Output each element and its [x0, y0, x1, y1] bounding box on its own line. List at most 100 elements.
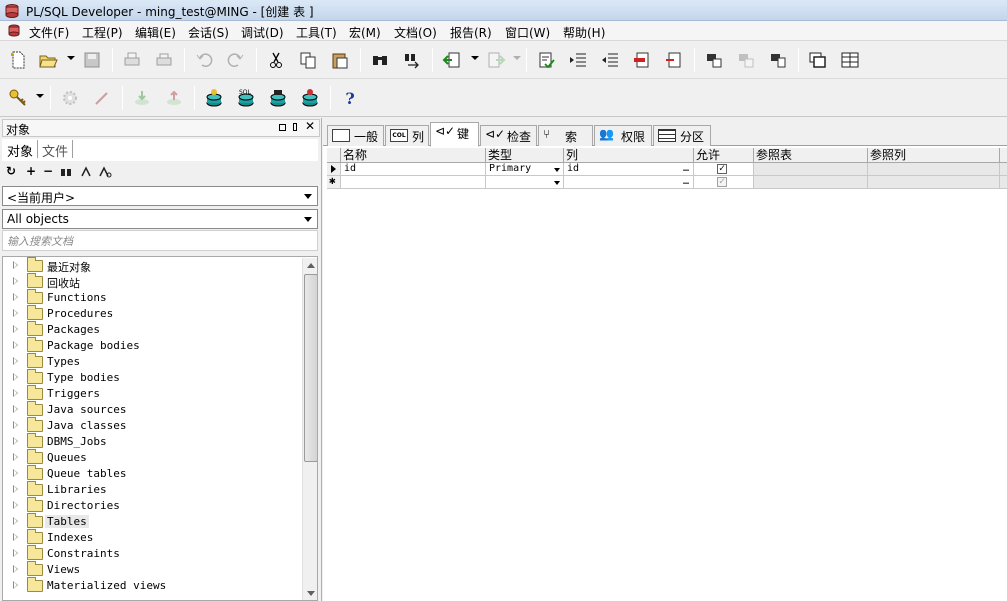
- menu-project[interactable]: 工程(P): [82, 24, 123, 41]
- user-filter-combo[interactable]: <当前用户>: [2, 186, 318, 206]
- ellipsis-button[interactable]: …: [683, 176, 689, 188]
- expand-arrow-icon[interactable]: [13, 405, 18, 413]
- expand-arrow-icon[interactable]: [13, 549, 18, 557]
- expand-arrow-icon[interactable]: [13, 277, 18, 285]
- unindent-button[interactable]: [600, 50, 620, 70]
- key-type-cell[interactable]: Primary: [486, 163, 564, 176]
- object-type-combo[interactable]: All objects: [2, 209, 318, 229]
- column-header-ref-columns[interactable]: 参照列: [868, 148, 1000, 163]
- tree-item[interactable]: Materialized views: [3, 577, 303, 594]
- tab-keys[interactable]: ⊲✓ 键: [430, 122, 479, 147]
- expand-arrow-icon[interactable]: [13, 437, 18, 445]
- compile-button[interactable]: [536, 50, 556, 70]
- explain-button[interactable]: [768, 50, 788, 70]
- find-button[interactable]: [370, 50, 390, 70]
- expand-arrow-icon[interactable]: [13, 261, 18, 269]
- logon-button[interactable]: [8, 88, 28, 108]
- pin-icon[interactable]: [293, 123, 297, 131]
- window-list-button[interactable]: [808, 50, 828, 70]
- column-header-name[interactable]: 名称: [341, 148, 486, 163]
- expand-arrow-icon[interactable]: [13, 325, 18, 333]
- print-setup-button[interactable]: [154, 50, 174, 70]
- ellipsis-button[interactable]: …: [683, 163, 689, 175]
- tree-item[interactable]: Indexes: [3, 529, 303, 546]
- key-name-cell[interactable]: id: [341, 163, 486, 176]
- commit-button[interactable]: [132, 88, 152, 108]
- tab-general[interactable]: 一般: [327, 125, 384, 146]
- save-as-dropdown-arrow[interactable]: [513, 56, 521, 60]
- tree-item[interactable]: Java classes: [3, 417, 303, 434]
- print-button[interactable]: [122, 50, 142, 70]
- open-dropdown-arrow[interactable]: [67, 56, 75, 60]
- search-input[interactable]: 输入搜索文档: [2, 230, 318, 251]
- tree-item[interactable]: Procedures: [3, 305, 303, 322]
- close-icon[interactable]: ✕: [305, 119, 315, 133]
- add-icon[interactable]: +: [26, 164, 36, 178]
- tab-indexes[interactable]: ⑂ 索引: [538, 125, 593, 161]
- tree-item[interactable]: Constraints: [3, 545, 303, 562]
- column-header-more[interactable]: [1000, 148, 1007, 163]
- tree-item[interactable]: Tables: [3, 513, 303, 530]
- expand-arrow-icon[interactable]: [13, 341, 18, 349]
- expand-arrow-icon[interactable]: [13, 357, 18, 365]
- indent-button[interactable]: [568, 50, 588, 70]
- filter-icon[interactable]: [80, 166, 92, 178]
- menu-file[interactable]: 文件(F): [29, 24, 69, 41]
- row-indicator[interactable]: ✱: [327, 175, 341, 189]
- tree-item[interactable]: Queue tables: [3, 465, 303, 482]
- restore-icon[interactable]: [279, 124, 286, 131]
- break-button[interactable]: [736, 50, 756, 70]
- expand-arrow-icon[interactable]: [13, 533, 18, 541]
- tree-item[interactable]: Libraries: [3, 481, 303, 498]
- expand-arrow-icon[interactable]: [13, 469, 18, 477]
- tree-item[interactable]: Directories: [3, 497, 303, 514]
- tab-partitions[interactable]: 分区: [653, 125, 711, 146]
- menu-window[interactable]: 窗口(W): [505, 24, 550, 41]
- tree-item[interactable]: Functions: [3, 289, 303, 306]
- menu-macro[interactable]: 宏(M): [349, 24, 381, 41]
- chevron-down-icon[interactable]: [554, 181, 560, 185]
- rollback-button[interactable]: [164, 88, 184, 108]
- expand-arrow-icon[interactable]: [13, 421, 18, 429]
- tree-item[interactable]: Java sources: [3, 401, 303, 418]
- scroll-down-icon[interactable]: [307, 591, 315, 596]
- expand-arrow-icon[interactable]: [13, 517, 18, 525]
- scrollbar-thumb[interactable]: [304, 274, 317, 462]
- refresh-icon[interactable]: ↻: [6, 164, 16, 178]
- tab-checks[interactable]: ⊲✓ 检查: [480, 125, 537, 146]
- enabled-checkbox[interactable]: ✓: [717, 164, 727, 174]
- tree-item[interactable]: DBMS_Jobs: [3, 433, 303, 450]
- remove-icon[interactable]: −: [43, 164, 53, 178]
- expand-arrow-icon[interactable]: [13, 309, 18, 317]
- tree-item[interactable]: Queues: [3, 449, 303, 466]
- load-dropdown-arrow[interactable]: [471, 56, 479, 60]
- menu-edit[interactable]: 编辑(E): [135, 24, 176, 41]
- tab-columns[interactable]: COL 列: [385, 125, 429, 146]
- key-columns-cell[interactable]: …: [564, 176, 694, 189]
- menu-document[interactable]: 文档(O): [394, 24, 437, 41]
- expand-arrow-icon[interactable]: [13, 389, 18, 397]
- expand-arrow-icon[interactable]: [13, 501, 18, 509]
- expand-arrow-icon[interactable]: [13, 453, 18, 461]
- tool-button[interactable]: [92, 88, 112, 108]
- tree-item[interactable]: Packages: [3, 321, 303, 338]
- tree-scrollbar[interactable]: [302, 258, 317, 600]
- cut-button[interactable]: [266, 50, 286, 70]
- tab-privileges[interactable]: 👥 权限: [594, 125, 652, 146]
- key-type-cell[interactable]: [486, 176, 564, 189]
- tab-files[interactable]: 文件: [42, 141, 68, 160]
- load-button[interactable]: [442, 50, 462, 70]
- sql-window-button[interactable]: [204, 88, 224, 108]
- redo-button[interactable]: [226, 50, 246, 70]
- menu-tools[interactable]: 工具(T): [296, 24, 337, 41]
- execute-button[interactable]: [704, 50, 724, 70]
- expand-arrow-icon[interactable]: [13, 293, 18, 301]
- logon-dropdown-arrow[interactable]: [36, 94, 44, 98]
- uncomment-button[interactable]: [664, 50, 684, 70]
- menu-report[interactable]: 报告(R): [450, 24, 492, 41]
- settings-button[interactable]: [60, 88, 80, 108]
- column-header-ref-table[interactable]: 参照表: [754, 148, 868, 163]
- tree-item[interactable]: Types: [3, 353, 303, 370]
- tree-item[interactable]: Package bodies: [3, 337, 303, 354]
- tree-item[interactable]: Type bodies: [3, 369, 303, 386]
